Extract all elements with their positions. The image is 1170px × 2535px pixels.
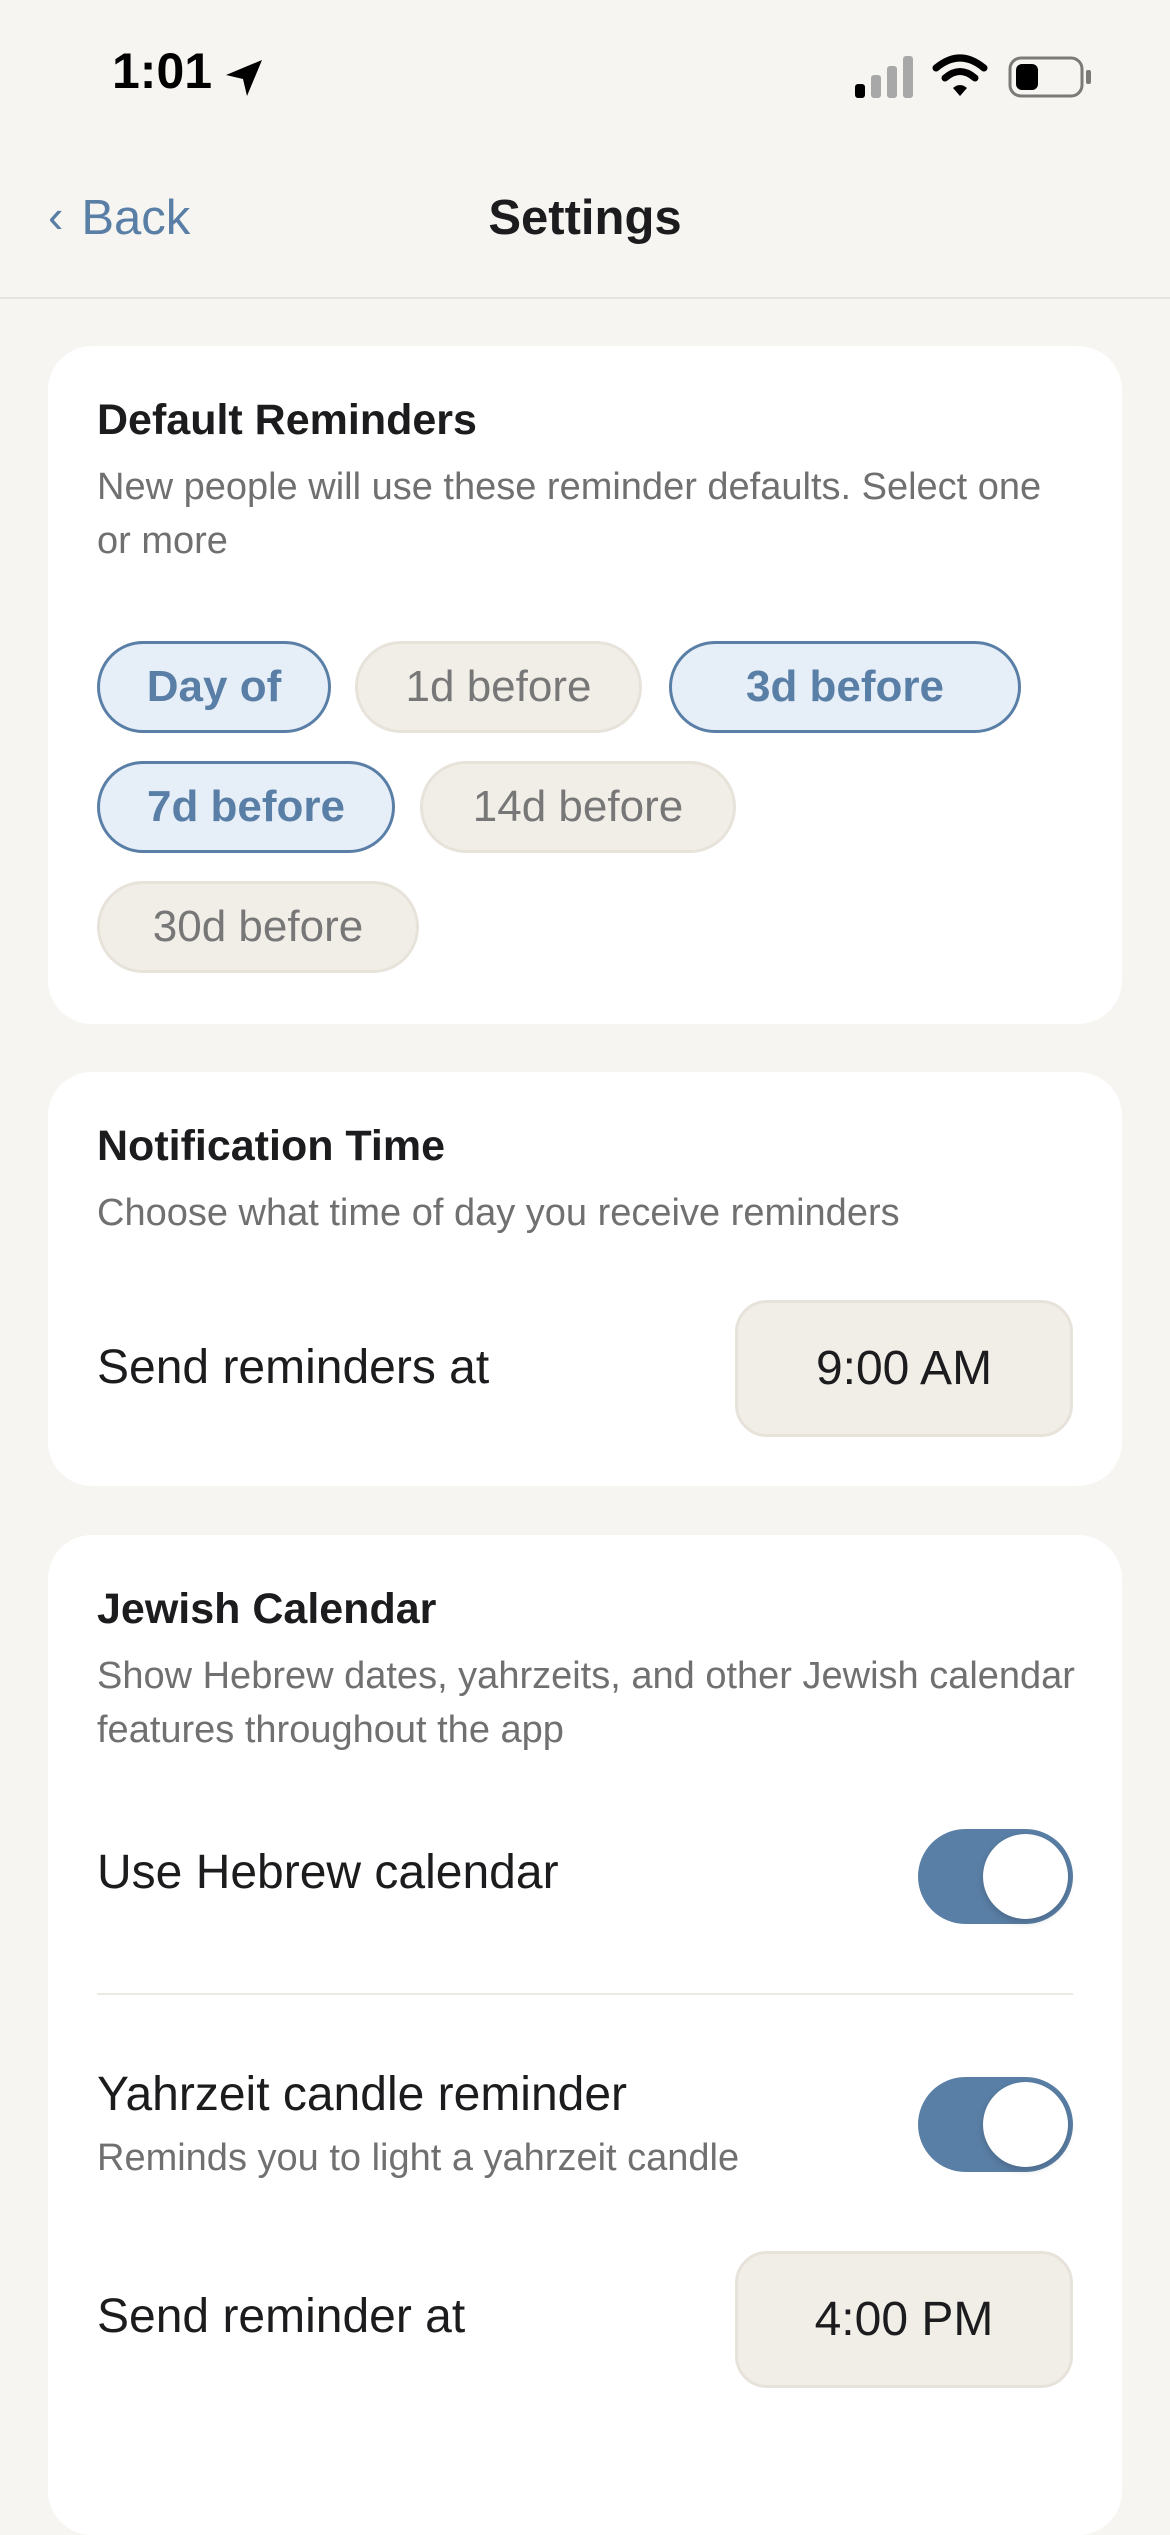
navigation-bar: ‹ Back Settings [0, 150, 1170, 299]
default-reminders-title: Default Reminders [97, 396, 477, 444]
page-title: Settings [488, 191, 682, 245]
location-arrow-icon [226, 60, 262, 96]
jewish-calendar-card: Jewish Calendar Show Hebrew dates, yahrz… [48, 1535, 1122, 2535]
notification-time-card: Notification Time Choose what time of da… [48, 1072, 1122, 1486]
notification-time-picker[interactable]: 9:00 AM [735, 1300, 1073, 1437]
jewish-calendar-description: Show Hebrew dates, yahrzeits, and other … [97, 1655, 1075, 1751]
yahrzeit-time-picker[interactable]: 4:00 PM [735, 2251, 1073, 2388]
send-reminders-at-label: Send reminders at [97, 1341, 490, 1394]
battery-icon [1008, 56, 1091, 98]
chip-label: 14d before [472, 782, 684, 831]
status-bar: 1:01 [0, 0, 1170, 150]
use-hebrew-calendar-label: Use Hebrew calendar [97, 1846, 559, 1899]
chip-label: 30d before [152, 902, 364, 951]
chip-day-of[interactable]: Day of [97, 641, 331, 733]
chip-label: 1d before [405, 662, 592, 711]
default-reminders-description: New people will use these reminder defau… [97, 466, 1042, 562]
status-time: 1:01 [112, 43, 213, 99]
chip-label: 7d before [146, 782, 346, 831]
notification-time-value: 9:00 AM [815, 1342, 993, 1395]
chip-label: Day of [146, 662, 282, 711]
notification-time-description: Choose what time of day you receive remi… [97, 1192, 900, 1234]
yahrzeit-candle-toggle[interactable] [918, 2077, 1073, 2172]
hebrew-calendar-toggle[interactable] [918, 1829, 1073, 1924]
yahrzeit-candle-reminder-label: Yahrzeit candle reminder [97, 2068, 628, 2121]
chip-3d-before[interactable]: 3d before [669, 641, 1021, 733]
wifi-icon [932, 54, 988, 96]
jewish-calendar-title: Jewish Calendar [97, 1585, 437, 1633]
toggle-knob [983, 1834, 1068, 1919]
notification-time-title: Notification Time [97, 1122, 446, 1170]
chip-30d-before[interactable]: 30d before [97, 881, 419, 973]
chip-1d-before[interactable]: 1d before [355, 641, 642, 733]
yahrzeit-time-value: 4:00 PM [814, 2293, 994, 2346]
chip-7d-before[interactable]: 7d before [97, 761, 395, 853]
default-reminders-card: Default Reminders New people will use th… [48, 346, 1122, 1024]
cellular-signal-icon [855, 56, 913, 98]
chip-14d-before[interactable]: 14d before [420, 761, 736, 853]
yahrzeit-candle-reminder-sublabel: Reminds you to light a yahrzeit candle [97, 2137, 740, 2179]
chip-label: 3d before [745, 662, 945, 711]
toggle-knob [983, 2082, 1068, 2167]
divider [97, 1993, 1073, 1995]
send-reminder-at-label: Send reminder at [97, 2290, 466, 2343]
